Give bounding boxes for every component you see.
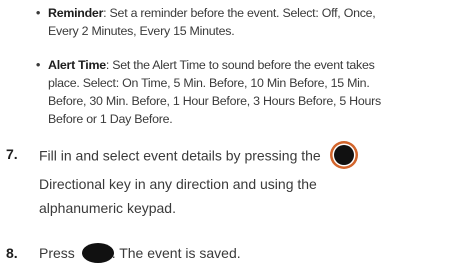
step-7: 7. Fill in and select event details by p… xyxy=(6,141,446,220)
step-7-line-2: Directional key in any direction and usi… xyxy=(39,176,317,192)
bullet-reminder-line-1: Reminder: Set a reminder before the even… xyxy=(48,6,376,20)
ok-key-icon xyxy=(81,243,114,264)
bullet-reminder-line-2: Every 2 Minutes, Every 15 Minutes. xyxy=(48,24,235,38)
directional-key-icon xyxy=(329,141,358,169)
bullet-alert-line-3: Before, 30 Min. Before, 1 Hour Before, 3… xyxy=(48,94,381,108)
bullet-marker: • xyxy=(36,58,41,72)
step-number: 7. xyxy=(6,146,18,162)
bullet-alert-time: • Alert Time: Set the Alert Time to soun… xyxy=(36,56,451,128)
step-7-line-1: Fill in and select event details by pres… xyxy=(39,141,446,172)
step-8: 8. Press . The event is saved. xyxy=(6,241,446,265)
manual-page: • Reminder: Set a reminder before the ev… xyxy=(0,0,457,269)
bullet-marker: • xyxy=(36,6,41,20)
step-8-line-1: Press . The event is saved. xyxy=(39,241,446,265)
bullet-alert-line-4: Before or 1 Day Before. xyxy=(48,112,173,126)
bullet-alert-line-1: Alert Time: Set the Alert Time to sound … xyxy=(48,58,375,72)
step-number: 8. xyxy=(6,245,18,261)
step-7-line-3: alphanumeric keypad. xyxy=(39,200,176,216)
bullet-term-alert-time: Alert Time xyxy=(48,58,106,72)
bullet-alert-line-2: place. Select: On Time, 5 Min. Before, 1… xyxy=(48,76,370,90)
bullet-reminder: • Reminder: Set a reminder before the ev… xyxy=(36,4,451,40)
bullet-term-reminder: Reminder xyxy=(48,6,104,20)
